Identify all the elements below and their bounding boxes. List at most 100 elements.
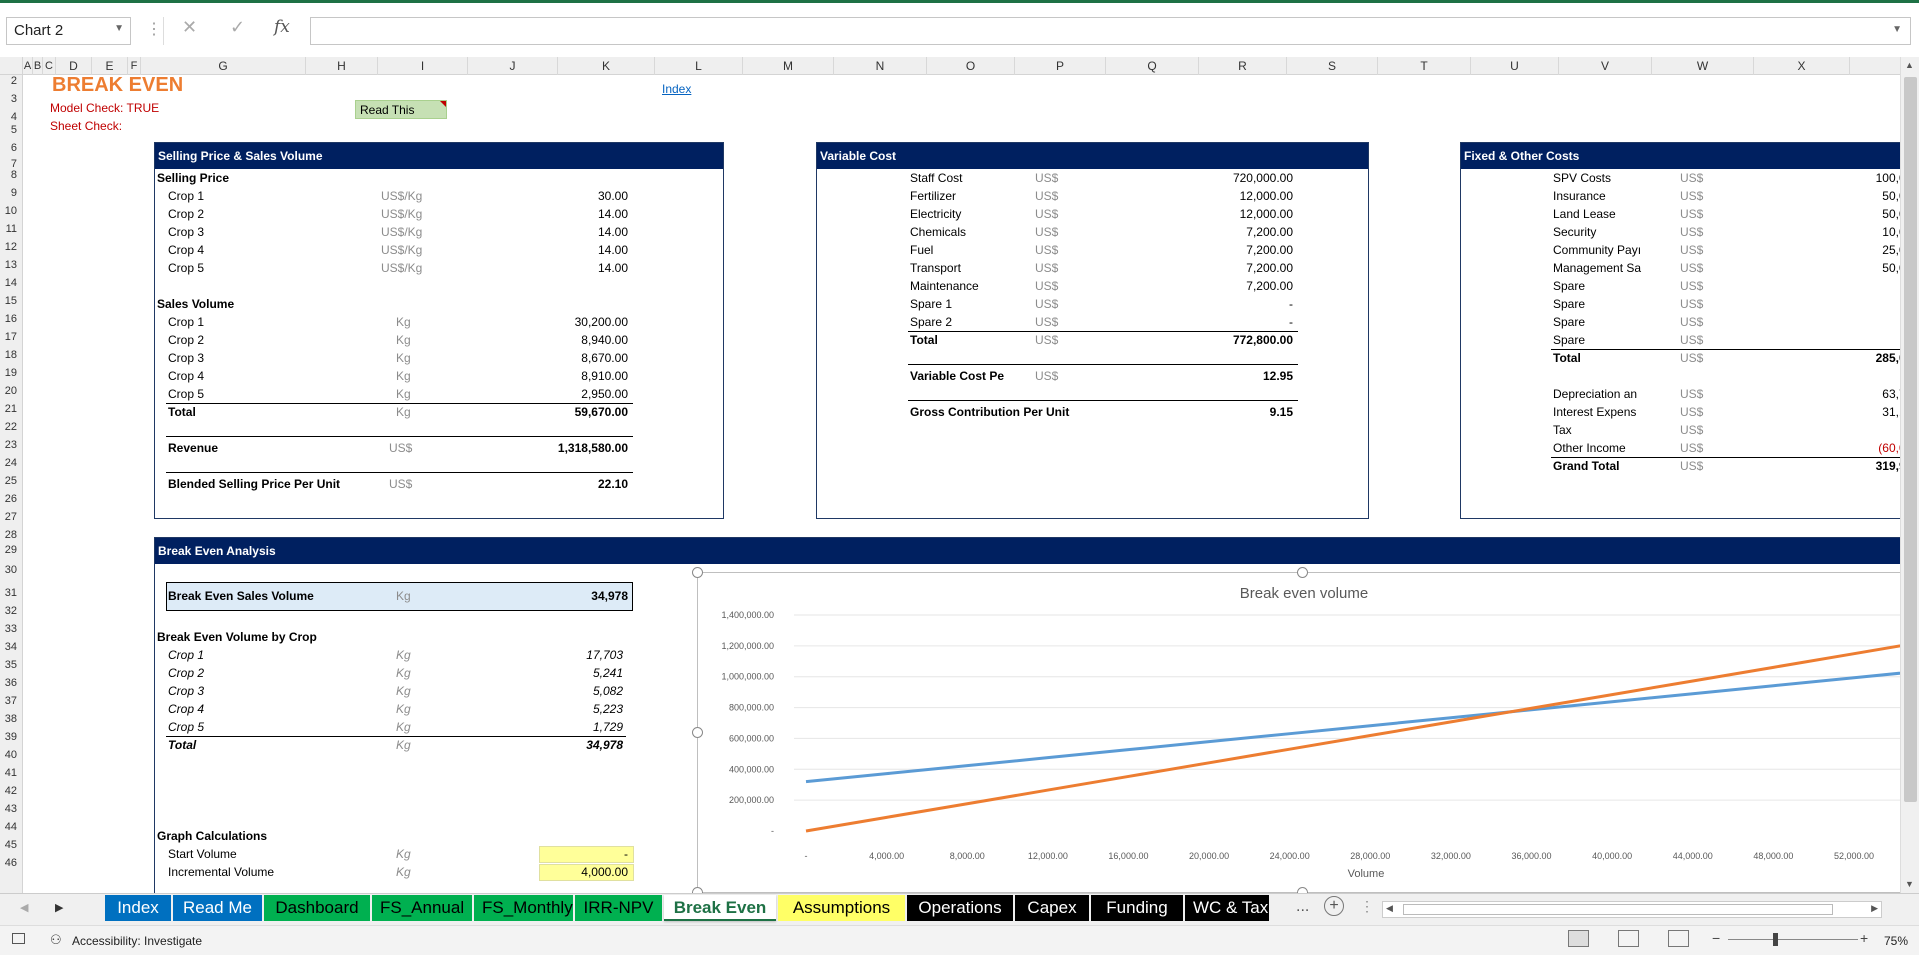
- tab-capex[interactable]: Capex: [1015, 895, 1089, 921]
- row-header-43[interactable]: 43: [0, 800, 22, 818]
- row-header-5[interactable]: 5: [0, 121, 22, 139]
- row-header-13[interactable]: 13: [0, 256, 22, 274]
- chart-resize-handle-top[interactable]: [1297, 567, 1308, 578]
- row-header-18[interactable]: 18: [0, 346, 22, 364]
- tab-splitter-icon[interactable]: ⋮: [1360, 898, 1374, 915]
- zoom-in-icon[interactable]: +: [1860, 930, 1868, 946]
- vertical-scrollbar[interactable]: ▲ ▼: [1900, 57, 1919, 893]
- row-header-37[interactable]: 37: [0, 692, 22, 710]
- zoom-slider[interactable]: [1728, 933, 1858, 946]
- row-header-22[interactable]: 22: [0, 418, 22, 436]
- column-header-d[interactable]: D: [56, 57, 92, 75]
- row-header-31[interactable]: 31: [0, 584, 22, 602]
- name-box[interactable]: Chart 2 ▼: [6, 17, 131, 45]
- add-sheet-icon[interactable]: +: [1324, 896, 1344, 916]
- column-header-r[interactable]: R: [1199, 57, 1287, 75]
- expand-formula-icon[interactable]: ▼: [1892, 24, 1902, 35]
- index-link[interactable]: Index: [662, 82, 691, 96]
- zoom-out-icon[interactable]: −: [1712, 930, 1720, 946]
- tab-more[interactable]: ...: [1296, 898, 1309, 916]
- row-header-44[interactable]: 44: [0, 818, 22, 836]
- normal-view-icon[interactable]: [1568, 930, 1589, 947]
- name-box-dropdown-icon[interactable]: ▼: [114, 23, 124, 34]
- formula-bar-grip-icon[interactable]: ⋮: [146, 19, 162, 39]
- row-header-41[interactable]: 41: [0, 764, 22, 782]
- row-header-39[interactable]: 39: [0, 728, 22, 746]
- column-header-j[interactable]: J: [468, 57, 558, 75]
- formula-input[interactable]: ▼: [310, 17, 1911, 45]
- tab-break-even[interactable]: Break Even: [664, 895, 776, 921]
- column-header-w[interactable]: W: [1652, 57, 1754, 75]
- row-header-20[interactable]: 20: [0, 382, 22, 400]
- tab-irr-npv[interactable]: IRR-NPV: [575, 895, 662, 921]
- accessibility-icon[interactable]: ⚇: [50, 932, 62, 948]
- zoom-level[interactable]: 75%: [1884, 934, 1908, 948]
- horizontal-scroll-thumb[interactable]: [1403, 904, 1833, 915]
- row-header-24[interactable]: 24: [0, 454, 22, 472]
- tab-fs-annual[interactable]: FS_Annual: [372, 895, 472, 921]
- scroll-left-icon[interactable]: ◀: [1386, 903, 1393, 914]
- worksheet-grid[interactable]: BREAK EVEN Model Check: TRUE Sheet Check…: [23, 75, 1900, 893]
- column-header-o[interactable]: O: [927, 57, 1015, 75]
- first-sheet-icon[interactable]: ◀: [20, 901, 28, 914]
- column-header-v[interactable]: V: [1559, 57, 1652, 75]
- enter-icon[interactable]: ✓: [230, 17, 245, 38]
- column-header-x[interactable]: X: [1754, 57, 1850, 75]
- column-header-p[interactable]: P: [1015, 57, 1106, 75]
- row-header-46[interactable]: 46: [0, 854, 22, 872]
- column-header-t[interactable]: T: [1378, 57, 1471, 75]
- column-header-q[interactable]: Q: [1106, 57, 1199, 75]
- vertical-scroll-thumb[interactable]: [1904, 77, 1917, 802]
- row-header-35[interactable]: 35: [0, 656, 22, 674]
- row-header-10[interactable]: 10: [0, 202, 22, 220]
- row-header-9[interactable]: 9: [0, 184, 22, 202]
- row-header-40[interactable]: 40: [0, 746, 22, 764]
- chart-resize-handle-left[interactable]: [692, 727, 703, 738]
- row-header-36[interactable]: 36: [0, 674, 22, 692]
- tab-fs-monthly[interactable]: FS_Monthly: [474, 895, 573, 921]
- row-header-45[interactable]: 45: [0, 836, 22, 854]
- column-header-i[interactable]: I: [378, 57, 468, 75]
- column-header-n[interactable]: N: [834, 57, 927, 75]
- row-header-26[interactable]: 26: [0, 490, 22, 508]
- macro-record-icon[interactable]: [12, 933, 25, 944]
- row-header-11[interactable]: 11: [0, 220, 22, 238]
- row-header-30[interactable]: 30: [0, 561, 22, 579]
- column-header-b[interactable]: B: [33, 57, 43, 75]
- tab-operations[interactable]: Operations: [907, 895, 1013, 921]
- page-layout-view-icon[interactable]: [1618, 930, 1639, 947]
- row-header-16[interactable]: 16: [0, 310, 22, 328]
- row-header-17[interactable]: 17: [0, 328, 22, 346]
- row-header-25[interactable]: 25: [0, 472, 22, 490]
- row-header-27[interactable]: 27: [0, 508, 22, 526]
- column-header-s[interactable]: S: [1287, 57, 1378, 75]
- tab-read-me[interactable]: Read Me: [173, 895, 262, 921]
- row-header-15[interactable]: 15: [0, 292, 22, 310]
- row-header-42[interactable]: 42: [0, 782, 22, 800]
- row-header-38[interactable]: 38: [0, 710, 22, 728]
- accessibility-status[interactable]: Accessibility: Investigate: [72, 934, 202, 948]
- zoom-slider-thumb[interactable]: [1772, 933, 1778, 946]
- row-header-29[interactable]: 29: [0, 541, 22, 559]
- row-header-12[interactable]: 12: [0, 238, 22, 256]
- break-even-chart[interactable]: Break even volume - 200,000.00 400,000.00 60…: [697, 572, 1900, 893]
- cancel-icon[interactable]: ✕: [182, 17, 197, 38]
- column-header-k[interactable]: K: [558, 57, 655, 75]
- tab-dashboard[interactable]: Dashboard: [264, 895, 370, 921]
- next-sheet-icon[interactable]: ▶: [55, 901, 63, 914]
- column-header-a[interactable]: A: [23, 57, 33, 75]
- row-header-2[interactable]: 2: [0, 72, 22, 90]
- tab-index[interactable]: Index: [105, 895, 171, 921]
- chart-resize-handle-tl[interactable]: [692, 567, 703, 578]
- read-this-note[interactable]: Read This: [355, 100, 447, 119]
- scroll-right-icon[interactable]: ▶: [1871, 903, 1878, 914]
- column-header-g[interactable]: G: [141, 57, 306, 75]
- page-break-view-icon[interactable]: [1668, 930, 1689, 947]
- row-header-3[interactable]: 3: [0, 90, 22, 108]
- row-header-19[interactable]: 19: [0, 364, 22, 382]
- row-header-8[interactable]: 8: [0, 166, 22, 184]
- row-header-34[interactable]: 34: [0, 638, 22, 656]
- row-header-33[interactable]: 33: [0, 620, 22, 638]
- row-header-14[interactable]: 14: [0, 274, 22, 292]
- column-header-h[interactable]: H: [306, 57, 378, 75]
